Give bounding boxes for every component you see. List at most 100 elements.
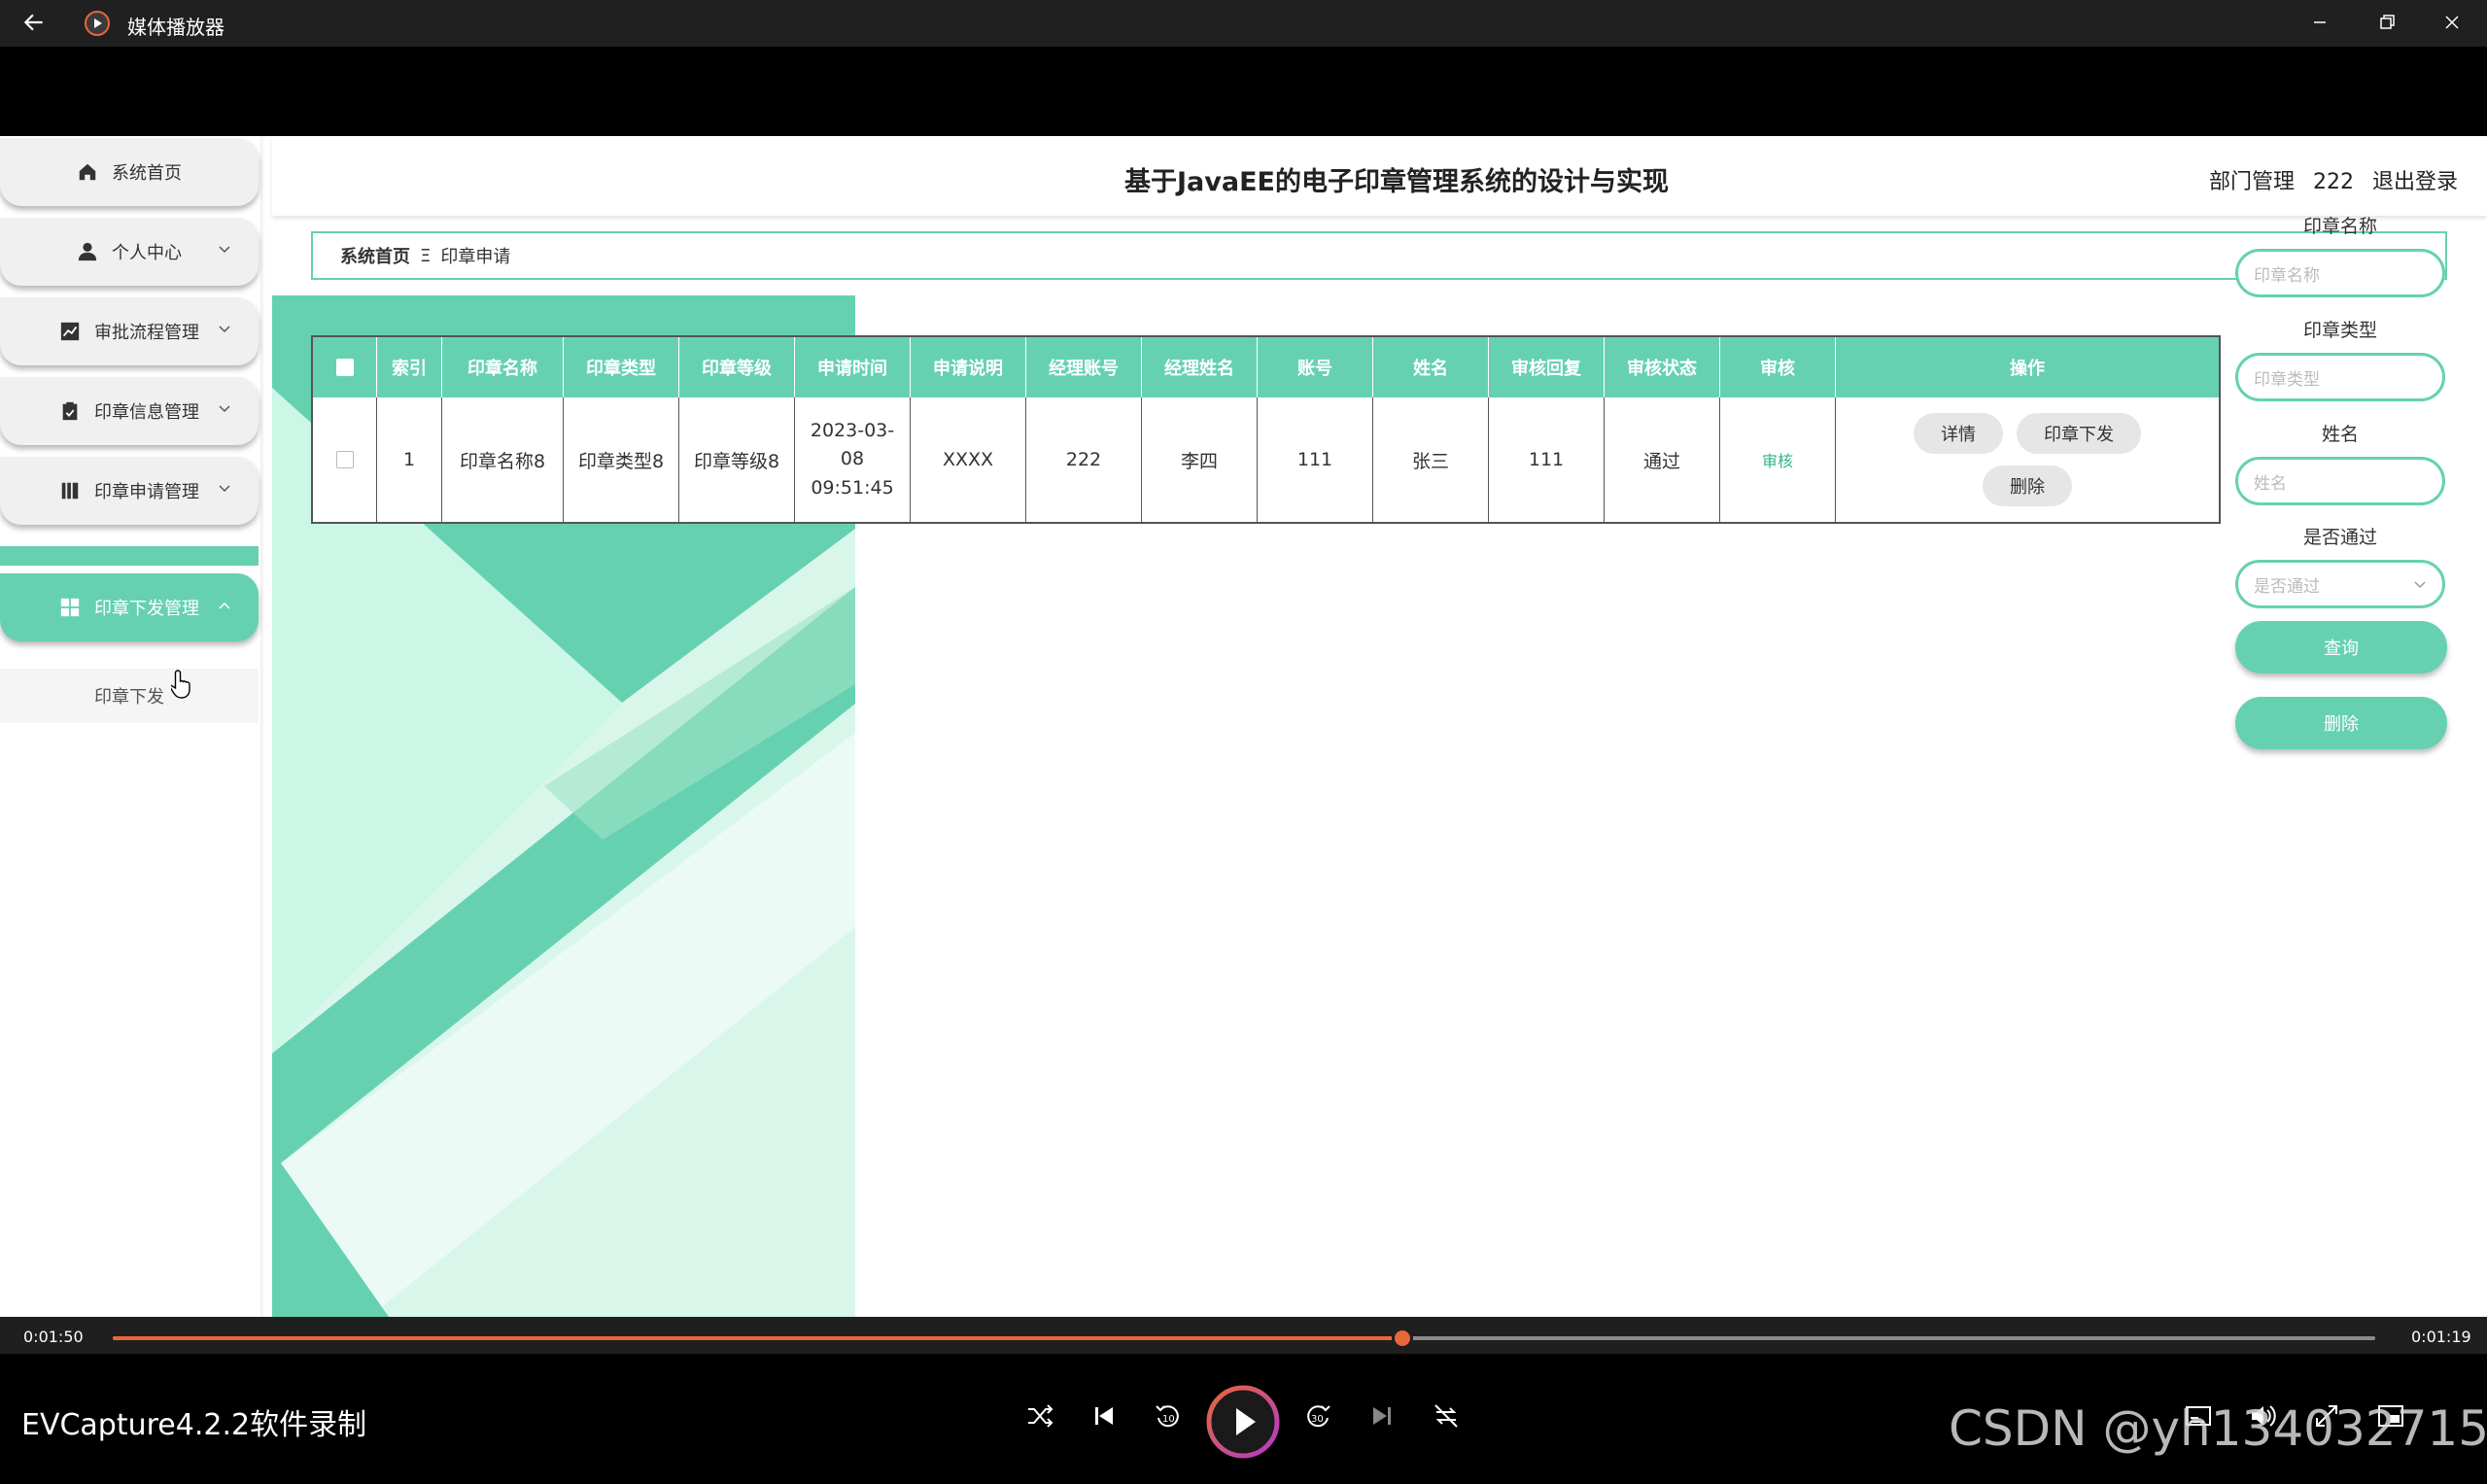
breadcrumb-separator: Ξ [420, 245, 432, 266]
restore-icon[interactable] [2371, 10, 2401, 35]
sidebar-item-seal-issuance[interactable]: 印章下发管理 [0, 573, 259, 641]
sidebar-item-home[interactable]: 系统首页 [0, 138, 259, 206]
column-header: 操作 [2010, 359, 2045, 379]
column-header: 审核状态 [1605, 337, 1720, 397]
media-player-app-icon [85, 11, 110, 36]
column-header: 索引 [377, 337, 442, 397]
cell-apply-time: 2023-03-08 09:51:45 [795, 397, 911, 522]
previous-icon[interactable] [1087, 1398, 1122, 1433]
issue-seal-button[interactable]: 印章下发 [2017, 413, 2141, 454]
sidebar-item-seal-application[interactable]: 印章申请管理 [0, 457, 259, 525]
cell-account: 111 [1258, 397, 1373, 522]
close-icon[interactable] [2437, 10, 2467, 35]
shuffle-icon[interactable] [1022, 1398, 1057, 1433]
page-header: 基于JavaEE的电子印章管理系统的设计与实现 部门管理 222 退出登录 [272, 136, 2487, 216]
column-header: 姓名 [1373, 337, 1489, 397]
audit-link[interactable]: 审核 [1762, 448, 1793, 471]
breadcrumb: 系统首页 Ξ 印章申请 [311, 231, 2447, 280]
svg-text:30: 30 [1311, 1414, 1324, 1425]
sidebar-item-label: 印章申请管理 [94, 482, 199, 502]
cell-manager-name: 李四 [1142, 397, 1258, 522]
column-header: 印章类型 [564, 337, 679, 397]
remaining-time: 0:01:19 [2411, 1328, 2471, 1346]
player-controls: EVCapture4.2.2软件录制 10 30 CSDN @yh1340327… [0, 1354, 2487, 1484]
home-icon [79, 163, 96, 181]
grid-icon [60, 598, 80, 617]
sidebar-item-personal-center[interactable]: 个人中心 [0, 218, 259, 286]
sidebar-item-label: 印章信息管理 [94, 402, 199, 423]
name-input[interactable]: 姓名 [2235, 457, 2445, 505]
next-icon[interactable] [1364, 1398, 1399, 1433]
minimize-icon[interactable] [2305, 10, 2334, 35]
sidebar-subitem-label: 印章下发 [94, 687, 164, 707]
video-frame: 系统首页 个人中心 审批流程管理 印章信息管理 印章申请管理 印章下发管理 印章… [0, 136, 2487, 1317]
play-button[interactable] [1206, 1385, 1280, 1459]
delete-row-button[interactable]: 删除 [1983, 466, 2072, 506]
player-title: 媒体播放器 [127, 16, 225, 39]
select-all-cell [313, 337, 377, 397]
breadcrumb-home[interactable]: 系统首页 [340, 243, 410, 268]
column-header: 印章等级 [679, 337, 795, 397]
back-arrow-icon[interactable] [21, 10, 47, 35]
playback-progress-area: 0:01:50 0:01:19 [0, 1317, 2487, 1354]
column-header: 申请说明 [911, 337, 1026, 397]
repeat-off-icon[interactable] [1429, 1398, 1464, 1433]
select-all-checkbox[interactable] [335, 359, 354, 376]
player-title-bar: 媒体播放器 [0, 0, 2487, 47]
column-header: 经理姓名 [1142, 337, 1258, 397]
seal-name-label: 印章名称 [2302, 216, 2377, 237]
sidebar: 系统首页 个人中心 审批流程管理 印章信息管理 印章申请管理 印章下发管理 印章… [0, 136, 260, 1317]
passed-select[interactable]: 是否通过 [2235, 560, 2445, 608]
seal-type-input[interactable]: 印章类型 [2235, 353, 2445, 401]
chevron-down-icon [219, 405, 230, 413]
page-title: 基于JavaEE的电子印章管理系统的设计与实现 [1124, 167, 1669, 197]
search-panel: 印章名称 印章名称 印章类型 印章类型 姓名 姓名 是否通过 是否通过 查询 删… [2233, 136, 2447, 914]
passed-select-value: 是否通过 [2254, 576, 2320, 597]
csdn-watermark: CSDN @yh1340327157 [1949, 1400, 2487, 1457]
seal-type-label: 印章类型 [2302, 320, 2377, 341]
svg-text:10: 10 [1162, 1414, 1175, 1425]
column-header: 申请时间 [795, 337, 911, 397]
cell-seal-name: 印章名称8 [442, 397, 564, 522]
user-icon [78, 242, 97, 261]
cell-seal-type: 印章类型8 [564, 397, 679, 522]
forward-30-icon[interactable]: 30 [1300, 1398, 1335, 1433]
progress-track[interactable] [113, 1328, 2375, 1349]
sidebar-subitem-seal-issue[interactable]: 印章下发 [0, 669, 259, 723]
row-select-cell [313, 397, 377, 522]
hand-cursor-icon [171, 670, 190, 699]
rewind-10-icon[interactable]: 10 [1151, 1398, 1186, 1433]
detail-button[interactable]: 详情 [1914, 413, 2003, 454]
cell-actions: 详情 印章下发 删除 [1836, 397, 2219, 522]
cell-name: 张三 [1373, 397, 1489, 522]
table-row: 1 印章名称8 印章类型8 印章等级8 2023-03-08 09:51:45 … [313, 397, 2219, 522]
elapsed-time: 0:01:50 [23, 1328, 84, 1346]
batch-delete-button[interactable]: 删除 [2235, 697, 2447, 749]
sidebar-item-label: 个人中心 [112, 243, 182, 263]
row-checkbox[interactable] [335, 451, 354, 468]
sidebar-item-approval-flow[interactable]: 审批流程管理 [0, 297, 259, 365]
query-button[interactable]: 查询 [2235, 621, 2447, 673]
chevron-down-icon [219, 326, 230, 333]
cell-seal-level: 印章等级8 [679, 397, 795, 522]
book-icon [61, 482, 79, 500]
chevron-up-icon [219, 602, 230, 609]
column-header: 印章名称 [442, 337, 564, 397]
passed-label: 是否通过 [2302, 527, 2377, 548]
sidebar-item-seal-info[interactable]: 印章信息管理 [0, 377, 259, 445]
progress-fill [113, 1336, 1402, 1340]
column-header: 账号 [1258, 337, 1373, 397]
submenu-transition-strip [0, 540, 259, 566]
cell-manager-account: 222 [1026, 397, 1142, 522]
cell-audit-reply: 111 [1489, 397, 1605, 522]
name-label: 姓名 [2321, 424, 2359, 445]
sidebar-item-label: 系统首页 [112, 163, 182, 184]
chevron-down-icon [2414, 581, 2426, 589]
seal-application-table: 索引 印章名称 印章类型 印章等级 申请时间 申请说明 经理账号 经理姓名 账号… [311, 335, 2221, 524]
seal-name-input[interactable]: 印章名称 [2235, 249, 2445, 297]
cell-audit: 审核 [1720, 397, 1836, 522]
table-header: 索引 印章名称 印章类型 印章等级 申请时间 申请说明 经理账号 经理姓名 账号… [313, 337, 2219, 397]
clipboard-icon [62, 401, 78, 421]
progress-thumb[interactable] [1391, 1328, 1413, 1349]
cell-apply-desc: XXXX [911, 397, 1026, 522]
